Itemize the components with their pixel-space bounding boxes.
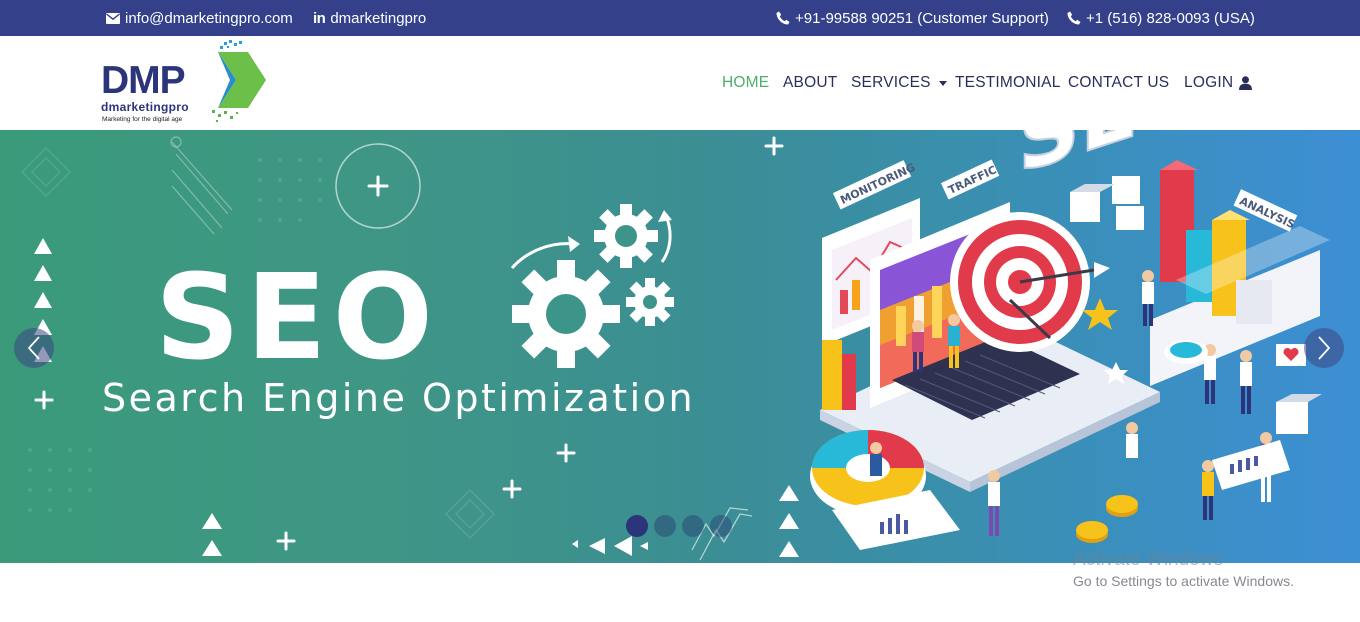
nav-login[interactable]: LOGIN — [1184, 36, 1253, 130]
phone-support-link[interactable]: +91-99588 90251 (Customer Support) — [776, 0, 1049, 36]
nav-login-label: LOGIN — [1184, 74, 1234, 91]
logo-name: dmarketingpro — [101, 100, 189, 114]
nav-about[interactable]: ABOUT — [783, 36, 837, 130]
slider-dot-4[interactable] — [710, 515, 732, 537]
watermark-subtitle: Go to Settings to activate Windows. — [1073, 573, 1294, 589]
envelope-icon — [106, 12, 120, 24]
email-link[interactable]: info@dmarketingpro.com — [106, 0, 293, 36]
nav-home[interactable]: HOME — [722, 36, 769, 130]
hero-subtitle: Search Engine Optimization — [102, 376, 696, 420]
slider-dot-3[interactable] — [682, 515, 704, 537]
label-monitoring: MONITORING — [838, 161, 917, 207]
nav-testimonial-label: TESTIMONIAL — [955, 74, 1061, 91]
slider-prev-button[interactable] — [14, 328, 54, 368]
hero-title: SEO — [155, 248, 439, 386]
slider-pagination — [626, 515, 732, 537]
nav-services[interactable]: SERVICES — [851, 36, 947, 130]
logo-mark-icon — [212, 40, 266, 122]
linkedin-icon: in — [313, 9, 326, 27]
nav-about-label: ABOUT — [783, 74, 838, 91]
site-header: DMP dmarketingpro Marketing for the digi… — [0, 36, 1360, 130]
chevron-right-icon — [1318, 336, 1331, 360]
logo-wordmark: DMP — [101, 59, 186, 102]
email-text: info@dmarketingpro.com — [125, 9, 293, 27]
slider-next-button[interactable] — [1304, 328, 1344, 368]
phone-usa-text: +1 (516) 828-0093 (USA) — [1086, 9, 1255, 27]
nav-contact-label: CONTACT US — [1068, 74, 1170, 91]
nav-testimonial[interactable]: TESTIMONIAL — [955, 36, 1061, 130]
logo-tagline: Marketing for the digital age — [102, 116, 183, 123]
phone-usa-link[interactable]: +1 (516) 828-0093 (USA) — [1067, 0, 1255, 36]
linkedin-text: dmarketingpro — [330, 9, 427, 27]
nav-contact-us[interactable]: CONTACT US — [1068, 36, 1169, 130]
chevron-down-icon — [938, 80, 947, 86]
activate-windows-watermark: Activate Windows Go to Settings to activ… — [1073, 549, 1294, 591]
watermark-title: Activate Windows — [1073, 549, 1223, 570]
phone-icon — [776, 11, 790, 25]
hero-slider: MONITORING TRAFFIC ANALYSIS SEO Search E… — [0, 130, 1360, 563]
phone-icon — [1067, 11, 1081, 25]
top-contact-bar: info@dmarketingpro.com in dmarketingpro … — [0, 0, 1360, 36]
chevron-left-icon — [27, 336, 40, 360]
phone-support-text: +91-99588 90251 (Customer Support) — [795, 9, 1049, 27]
slider-dot-1[interactable] — [626, 515, 648, 537]
nav-services-label: SERVICES — [851, 74, 931, 91]
logo[interactable]: DMP dmarketingpro Marketing for the digi… — [96, 40, 266, 128]
user-icon — [1239, 76, 1253, 90]
linkedin-link[interactable]: in dmarketingpro — [313, 0, 426, 36]
nav-home-label: HOME — [722, 74, 770, 91]
slider-dot-2[interactable] — [654, 515, 676, 537]
